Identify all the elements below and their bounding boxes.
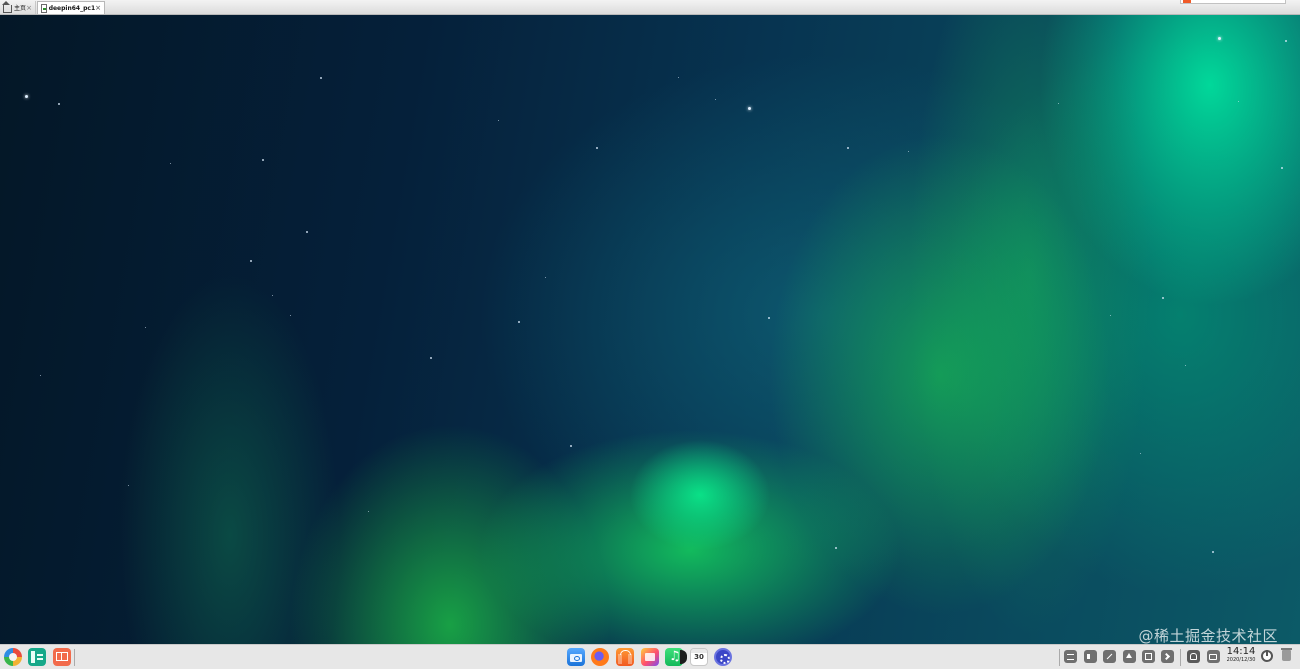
music-icon[interactable] (665, 648, 687, 666)
vm-control-bar[interactable] (1180, 0, 1286, 4)
clock-date: 2020/12/30 (1226, 657, 1256, 663)
star (368, 511, 369, 512)
star (1281, 167, 1283, 169)
star (250, 260, 252, 262)
star (306, 231, 308, 233)
watermark-text: @稀土掘金技术社区 (1138, 627, 1278, 645)
star (40, 375, 41, 376)
star (290, 315, 291, 316)
multitask-view-icon[interactable] (28, 648, 46, 666)
star (1058, 103, 1059, 104)
star (1110, 315, 1111, 316)
network-icon[interactable] (1142, 650, 1155, 663)
dock-separator (1059, 649, 1060, 666)
star (58, 103, 60, 105)
tab-vm-label: deepin64_pc1 (48, 4, 96, 12)
image-viewer-icon[interactable] (641, 648, 659, 666)
pen-icon[interactable] (1103, 650, 1116, 663)
expand-arrow-icon[interactable] (1161, 650, 1174, 663)
tab-home-label: 主页 (14, 5, 27, 12)
dock-separator (74, 649, 75, 666)
star (272, 295, 273, 296)
control-center-icon[interactable] (714, 648, 732, 666)
star (498, 120, 499, 121)
dock-separator (1180, 649, 1181, 666)
tab-deepin64-pc1[interactable]: deepin64_pc1 × (37, 1, 105, 14)
file-manager-icon[interactable] (567, 648, 585, 666)
vm-icon (41, 3, 47, 13)
star (715, 99, 716, 100)
tab-home[interactable]: 主页 × (0, 1, 36, 14)
home-icon (2, 1, 12, 13)
star (570, 445, 572, 447)
show-desktop-icon[interactable] (53, 648, 71, 666)
launcher-icon[interactable] (4, 648, 22, 666)
star (748, 107, 751, 110)
star (145, 327, 146, 328)
star (1185, 365, 1186, 366)
star (835, 547, 837, 549)
star (1162, 297, 1164, 299)
browser-icon[interactable] (591, 648, 609, 666)
close-icon[interactable]: × (26, 4, 32, 12)
star (847, 147, 849, 149)
star (1218, 37, 1221, 40)
volume-icon[interactable] (1084, 650, 1097, 663)
star (320, 77, 322, 79)
star (768, 317, 770, 319)
vm-window: 主页 × deepin64_pc1 × @稀土掘金技术社区 ♫ 30 14:14… (0, 0, 1300, 669)
close-icon[interactable]: × (95, 4, 101, 12)
clock-time: 14:14 (1226, 646, 1256, 657)
star (1140, 453, 1141, 454)
calendar-icon[interactable]: 30 (690, 648, 708, 666)
keyboard-icon[interactable] (1064, 650, 1077, 663)
notification-icon[interactable] (1187, 650, 1200, 663)
star (1285, 40, 1287, 42)
star (128, 485, 129, 486)
dock-taskbar: 30 14:14 2020/12/30 (0, 644, 1300, 669)
star (1212, 551, 1214, 553)
star (908, 151, 909, 152)
screen-icon[interactable] (1207, 650, 1220, 663)
star (518, 321, 520, 323)
trash-icon[interactable] (1281, 648, 1292, 661)
desktop-wallpaper[interactable]: @稀土掘金技术社区 (0, 15, 1300, 645)
star (170, 163, 171, 164)
upload-icon[interactable] (1123, 650, 1136, 663)
star (430, 357, 432, 359)
star (545, 277, 546, 278)
calendar-day-label: 30 (694, 653, 704, 661)
star (262, 159, 264, 161)
star (596, 147, 598, 149)
star (1238, 101, 1239, 102)
star (678, 77, 679, 78)
vm-tab-bar: 主页 × deepin64_pc1 × (0, 0, 1300, 15)
power-icon[interactable] (1261, 650, 1273, 662)
clock[interactable]: 14:14 2020/12/30 (1226, 646, 1256, 664)
app-store-icon[interactable] (616, 648, 634, 666)
star (25, 95, 28, 98)
